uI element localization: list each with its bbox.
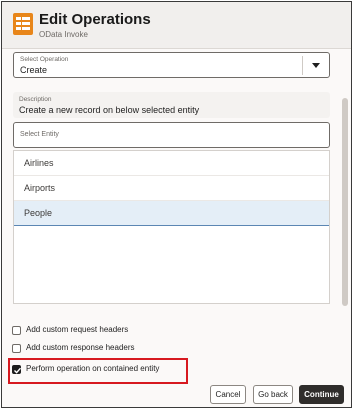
continue-button[interactable]: Continue [299,385,344,404]
entity-list: Airlines Airports People [13,150,330,304]
dialog-scrollbar[interactable] [342,52,348,312]
entity-item-label: Airports [24,183,56,193]
custom-response-headers-checkbox[interactable] [12,344,21,353]
dropdown-toggle-button[interactable] [303,53,329,77]
select-entity-input[interactable]: Select Entity [13,122,330,148]
description-label: Description [19,96,52,103]
edit-operations-dialog: Edit Operations OData Invoke Select Oper… [1,1,352,408]
dialog-subtitle: OData Invoke [39,30,88,39]
custom-request-headers-checkbox[interactable] [12,326,21,335]
dialog-header: Edit Operations OData Invoke [2,2,351,49]
custom-request-headers-label: Add custom request headers [26,325,129,334]
entity-item-airports[interactable]: Airports [14,176,329,201]
select-operation-label: Select Operation [20,56,69,63]
dialog-footer: Cancel Go back Continue [2,382,351,407]
entity-item-label: People [24,208,53,218]
scrollbar-thumb[interactable] [342,98,348,306]
description-value: Create a new record on below selected en… [19,105,200,115]
table-icon [13,13,33,35]
entity-item-airlines[interactable]: Airlines [14,151,329,176]
custom-response-headers-label: Add custom response headers [26,343,135,352]
entity-item-label: Airlines [24,158,54,168]
select-operation-value: Create [20,65,48,75]
go-back-button[interactable]: Go back [253,385,293,404]
select-entity-label: Select Entity [20,131,59,138]
entity-item-people[interactable]: People [14,201,329,226]
highlight-box [8,358,188,384]
dialog-title: Edit Operations [39,11,151,28]
cancel-button[interactable]: Cancel [210,385,246,404]
dialog-body: Select Operation Create Description Crea… [2,49,351,313]
description-field: Description Create a new record on below… [13,92,330,118]
select-operation-dropdown[interactable]: Select Operation Create [13,52,330,78]
